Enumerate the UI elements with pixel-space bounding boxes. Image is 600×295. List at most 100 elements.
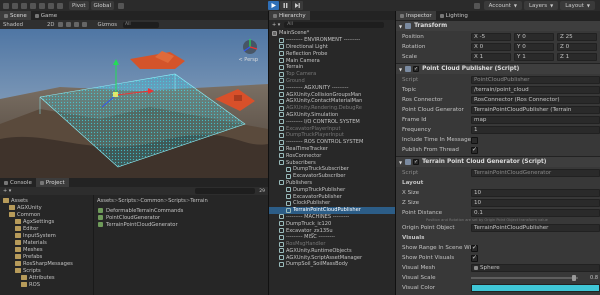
file-item[interactable]: PointCloudGenerator (98, 214, 183, 221)
hierarchy-item[interactable]: AGXUnity.ContactMaterialMan (269, 98, 395, 105)
project-search-input[interactable] (195, 188, 256, 194)
hierarchy-item[interactable]: DumpSoil_SoilMassBody (269, 261, 395, 268)
show-points-checkbox[interactable]: ✓ (471, 254, 478, 262)
transform-header[interactable]: ▼ Transform (396, 20, 600, 31)
mode-2d-toggle[interactable]: 2D (47, 22, 54, 28)
hierarchy-item[interactable]: --------- ENVIRONMENT --------- (269, 37, 395, 44)
folder-tree-item[interactable]: ROS (0, 281, 93, 288)
hierarchy-item[interactable]: Publishers (269, 180, 395, 187)
y-field[interactable]: Y 0 (514, 33, 554, 41)
move-tool-icon[interactable] (12, 2, 18, 9)
file-item[interactable]: DeformableTerrainCommands (98, 207, 183, 214)
tab-project[interactable]: Project (35, 178, 69, 187)
z-field[interactable]: Z 1 (557, 53, 597, 61)
hierarchy-item[interactable]: Subscribers (269, 159, 395, 166)
hierarchy-item[interactable]: Main Camera (269, 57, 395, 64)
audio-toggle-icon[interactable] (66, 22, 72, 27)
z-field[interactable]: Z 25 (557, 33, 597, 41)
include-time-checkbox[interactable] (471, 136, 478, 144)
folder-tree-item[interactable]: InputSystem (0, 232, 93, 239)
tab-game[interactable]: Game (31, 11, 61, 20)
scene-viewport[interactable]: < Persp (0, 29, 268, 178)
origin-object-field[interactable]: TerrainPointCloudPublisher (471, 224, 600, 232)
hierarchy-item[interactable]: AGXUnity.Rendering.DebugRe (269, 105, 395, 112)
visual-scale-slider[interactable]: 0.8 (471, 274, 600, 282)
tab-inspector[interactable]: Inspector (396, 11, 436, 20)
effects-toggle-icon[interactable] (74, 22, 80, 27)
breadcrumb-item[interactable]: Scripts (118, 198, 136, 204)
ros-connector-field[interactable]: RosConnector (Ros Connector) (471, 96, 600, 104)
hierarchy-item[interactable]: DumpTruckPlayerInput (269, 132, 395, 139)
hierarchy-search-input[interactable]: All (284, 21, 385, 28)
pcp-enabled-checkbox[interactable]: ✓ (413, 66, 420, 72)
hand-tool-icon[interactable] (3, 2, 9, 9)
grid-snap-icon[interactable] (118, 2, 125, 9)
point-distance-field[interactable]: 0.1 (471, 209, 600, 217)
y-field[interactable]: Y 1 (514, 53, 554, 61)
hierarchy-item[interactable]: Excavator_zx135u (269, 227, 395, 234)
hierarchy-item[interactable]: ExcavatorPlayerInput (269, 125, 395, 132)
hierarchy-item[interactable]: AGXUnity.Simulation (269, 112, 395, 119)
frequency-field[interactable]: 1 (471, 126, 600, 134)
x-size-field[interactable]: 10 (471, 189, 600, 197)
hierarchy-item[interactable]: RosConnector (269, 152, 395, 159)
folder-tree-item[interactable]: Common (0, 211, 93, 218)
tpcg-header[interactable]: ▼ ✓ Terrain Point Cloud Generator (Scrip… (396, 156, 600, 167)
pause-button[interactable] (280, 1, 291, 10)
hierarchy-item[interactable]: Top Camera (269, 71, 395, 78)
hierarchy-item[interactable]: DumpTruckPublisher (269, 186, 395, 193)
breadcrumb-item[interactable]: Scripts (168, 198, 186, 204)
layout-dropdown[interactable]: Layout ▼ (560, 1, 595, 10)
search-icon[interactable] (473, 2, 480, 9)
folder-tree-item[interactable]: AgxSettings (0, 218, 93, 225)
rotate-tool-icon[interactable] (21, 2, 27, 9)
hierarchy-item[interactable]: ClockPublisher (269, 200, 395, 207)
step-button[interactable] (292, 1, 303, 10)
folder-tree-item[interactable]: Assets (0, 197, 93, 204)
slider-thumb[interactable] (571, 275, 576, 281)
z-field[interactable]: Z 0 (557, 43, 597, 51)
tab-scene[interactable]: Scene (0, 11, 31, 20)
pivot-toggle[interactable]: Pivot (69, 1, 89, 10)
gizmos-dropdown[interactable]: Gizmos (97, 22, 117, 28)
transform-tool-icon[interactable] (48, 2, 54, 9)
tab-lighting[interactable]: Lighting (436, 11, 472, 20)
visual-color-field[interactable] (471, 284, 600, 292)
hierarchy-item[interactable]: --------- MISC --------- (269, 234, 395, 241)
hierarchy-item[interactable]: DumpTruckSubscriber (269, 166, 395, 173)
publish-thread-checkbox[interactable]: ✓ (471, 146, 478, 154)
topic-field[interactable]: /terrain/point_cloud (471, 86, 600, 94)
hierarchy-item[interactable]: --------- MACHINES --------- (269, 214, 395, 221)
hierarchy-item[interactable]: TerrainPointCloudPublisher (269, 206, 395, 214)
hierarchy-item[interactable]: --------- ROS CONTROL SYSTEM (269, 139, 395, 146)
scale-tool-icon[interactable] (30, 2, 36, 9)
global-toggle[interactable]: Global (90, 1, 115, 10)
folder-tree-item[interactable]: RosSharpMessages (0, 260, 93, 267)
hierarchy-item[interactable]: Reflection Probe (269, 50, 395, 57)
visibility-toggle-icon[interactable] (82, 22, 88, 27)
lighting-toggle-icon[interactable] (58, 22, 64, 27)
file-item[interactable]: TerrainPointCloudGenerator (98, 221, 183, 228)
tpcg-enabled-checkbox[interactable]: ✓ (413, 159, 420, 165)
folder-tree-item[interactable]: Editor (0, 225, 93, 232)
hierarchy-item[interactable]: RosMsgHandler (269, 241, 395, 248)
hierarchy-item[interactable]: RealTimeTracker (269, 146, 395, 153)
hierarchy-item[interactable]: AGXUnity.CollisionGroupsMan (269, 91, 395, 98)
add-object-button[interactable]: + ▾ (272, 22, 280, 28)
breadcrumb-item[interactable]: Terrain (190, 198, 208, 204)
hierarchy-item[interactable]: ExcavatorSubscriber (269, 173, 395, 180)
hierarchy-item[interactable]: AGXUnity.RuntimeObjects (269, 248, 395, 255)
scene-search-input[interactable]: All (122, 21, 159, 28)
rect-tool-icon[interactable] (39, 2, 45, 9)
generator-field[interactable]: TerrainPointCloudPublisher (Terrain (471, 106, 600, 114)
folder-tree-item[interactable]: AGXUnity (0, 204, 93, 211)
pcp-header[interactable]: ▼ ✓ Point Cloud Publisher (Script) (396, 63, 600, 74)
hierarchy-item[interactable]: Directional Light (269, 44, 395, 51)
folder-tree-item[interactable]: Prefabs (0, 253, 93, 260)
hierarchy-item[interactable]: --------- AGXUNITY --------- (269, 84, 395, 91)
add-button[interactable]: + ▾ (3, 188, 11, 194)
custom-tool-icon[interactable] (57, 2, 63, 9)
shading-mode-dropdown[interactable]: Shaded (3, 22, 43, 28)
hierarchy-item[interactable]: MainScene* (269, 30, 395, 37)
show-range-checkbox[interactable]: ✓ (471, 244, 478, 252)
